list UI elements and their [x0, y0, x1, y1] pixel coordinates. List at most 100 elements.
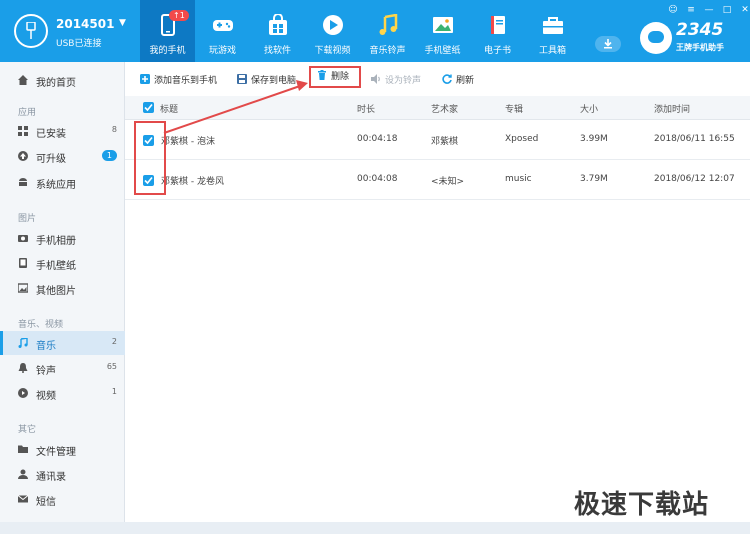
wallpaper-icon [19, 258, 27, 268]
device-name: 2014501 [56, 17, 115, 31]
sidebar-item-video[interactable]: 视频 1 [0, 381, 125, 405]
refresh-button[interactable]: 刷新 [442, 73, 474, 87]
minimize-icon[interactable]: — [702, 4, 716, 16]
gamepad-icon [213, 20, 233, 31]
app-store-icon [269, 14, 287, 35]
picture-icon [18, 283, 28, 293]
sidebar: 我的首页 应用 已安装 8 可升级 1 系统应用 图片 手机相册 手机壁纸 其他… [0, 62, 125, 522]
skin-icon[interactable]: ☺ [666, 4, 680, 16]
android-icon [19, 178, 27, 186]
download-manager-button[interactable] [595, 36, 621, 52]
book-icon [491, 16, 505, 34]
col-artist[interactable]: 艺术家 [431, 102, 458, 115]
trash-icon [318, 70, 326, 80]
sidebar-item-system-apps[interactable]: 系统应用 [0, 170, 125, 194]
update-badge: ↑1 [169, 10, 189, 21]
sidebar-item-files[interactable]: 文件管理 [0, 437, 125, 461]
grid-icon [18, 126, 28, 136]
cell-artist: <未知> [431, 177, 465, 187]
device-dropdown-icon[interactable]: ▼ [119, 18, 126, 28]
cell-duration: 00:04:08 [357, 174, 398, 184]
sidebar-item-music[interactable]: 音乐 2 [0, 331, 125, 355]
menu-icon[interactable]: ≡ [684, 4, 698, 16]
top-bar: 2014501 ▼ USB已连接 ↑1 我的手机 玩游戏 找软件 下载视频 音乐… [0, 0, 750, 62]
save-icon [237, 74, 247, 84]
tab-toolbox[interactable]: 工具箱 [525, 0, 580, 62]
window-controls: ☺ ≡ — □ ✕ [666, 4, 750, 16]
upgrade-icon [18, 151, 28, 161]
col-duration[interactable]: 时长 [357, 102, 375, 115]
ringtone-icon [371, 74, 380, 84]
cell-size: 3.79M [580, 174, 608, 184]
bell-icon [18, 363, 28, 373]
col-title[interactable]: 标题 [160, 102, 178, 115]
watermark: 极速下载站 [574, 490, 710, 520]
image-icon [433, 17, 453, 33]
tab-video[interactable]: 下载视频 [305, 0, 360, 62]
folder-icon [18, 445, 28, 453]
group-other: 其它 [18, 425, 37, 435]
play-icon [323, 15, 343, 35]
sidebar-item-other-pictures[interactable]: 其他图片 [0, 276, 125, 300]
home-icon [18, 75, 28, 85]
maximize-icon[interactable]: □ [720, 4, 734, 16]
close-icon[interactable]: ✕ [738, 4, 750, 16]
camera-icon [18, 235, 28, 242]
cell-title: 邓紫棋 - 龙卷风 [161, 177, 224, 187]
sidebar-item-home[interactable]: 我的首页 [0, 68, 125, 92]
sidebar-item-installed[interactable]: 已安装 8 [0, 119, 125, 143]
add-music-button[interactable]: 添加音乐到手机 [140, 73, 217, 87]
cell-added: 2018/06/12 12:07 [654, 174, 735, 184]
music-note-icon [379, 14, 398, 35]
select-all-checkbox[interactable] [143, 102, 154, 113]
cell-title: 邓紫棋 - 泡沫 [161, 137, 215, 147]
col-album[interactable]: 专辑 [505, 102, 523, 115]
group-apps: 应用 [18, 108, 37, 118]
tab-games[interactable]: 玩游戏 [195, 0, 250, 62]
device-info[interactable]: 2014501 ▼ USB已连接 [14, 14, 134, 50]
contact-icon [18, 469, 28, 479]
delete-button[interactable]: 删除 [309, 66, 362, 88]
col-size[interactable]: 大小 [580, 102, 598, 115]
sidebar-item-camera[interactable]: 手机相册 [0, 226, 125, 250]
cell-artist: 邓紫棋 [431, 137, 459, 147]
cell-duration: 00:04:18 [357, 134, 398, 144]
tab-software[interactable]: 找软件 [250, 0, 305, 62]
mascot-icon [640, 22, 672, 54]
save-to-pc-button[interactable]: 保存到电脑 [237, 73, 296, 87]
table-header: 标题 时长 艺术家 专辑 大小 添加时间 [125, 96, 750, 120]
main-nav: ↑1 我的手机 玩游戏 找软件 下载视频 音乐铃声 手机壁纸 电子书 工具箱 [140, 0, 580, 62]
group-pictures: 图片 [18, 214, 37, 224]
toolbar: 添加音乐到手机 保存到电脑 删除 设为铃声 刷新 [125, 62, 750, 96]
sidebar-item-wallpaper[interactable]: 手机壁纸 [0, 251, 125, 275]
add-icon [140, 74, 150, 84]
toolbox-icon [543, 17, 563, 34]
cell-album: Xposed [505, 134, 539, 144]
cell-size: 3.99M [580, 134, 608, 144]
sidebar-item-ringtones[interactable]: 铃声 65 [0, 356, 125, 380]
usb-device-icon [14, 14, 48, 48]
tab-music[interactable]: 音乐铃声 [360, 0, 415, 62]
table-row[interactable]: 邓紫棋 - 泡沫 00:04:18 邓紫棋 Xposed 3.99M 2018/… [125, 120, 750, 160]
sidebar-item-sms[interactable]: 短信 [0, 487, 125, 511]
connection-status: USB已连接 [56, 39, 102, 49]
refresh-icon [442, 74, 452, 84]
sidebar-item-contacts[interactable]: 通讯录 [0, 462, 125, 486]
download-icon [604, 39, 612, 49]
col-added[interactable]: 添加时间 [654, 102, 690, 115]
brand-logo: 2345 王牌手机助手 [640, 18, 744, 58]
sidebar-item-upgradable[interactable]: 可升级 1 [0, 144, 125, 168]
table-row[interactable]: 邓紫棋 - 龙卷风 00:04:08 <未知> music 3.79M 2018… [125, 160, 750, 200]
envelope-icon [18, 495, 28, 503]
tab-my-phone[interactable]: ↑1 我的手机 [140, 0, 195, 62]
tab-wallpaper[interactable]: 手机壁纸 [415, 0, 470, 62]
check-icon [144, 103, 153, 112]
cell-album: music [505, 174, 532, 184]
video-icon [18, 388, 28, 398]
music-panel: 添加音乐到手机 保存到电脑 删除 设为铃声 刷新 标题 时长 艺术家 专辑 大小… [125, 62, 750, 522]
group-media: 音乐、视频 [18, 320, 64, 330]
music-icon [18, 338, 28, 348]
tab-ebook[interactable]: 电子书 [470, 0, 525, 62]
annotation-highlight-box [134, 121, 166, 195]
set-ringtone-button[interactable]: 设为铃声 [371, 73, 421, 87]
